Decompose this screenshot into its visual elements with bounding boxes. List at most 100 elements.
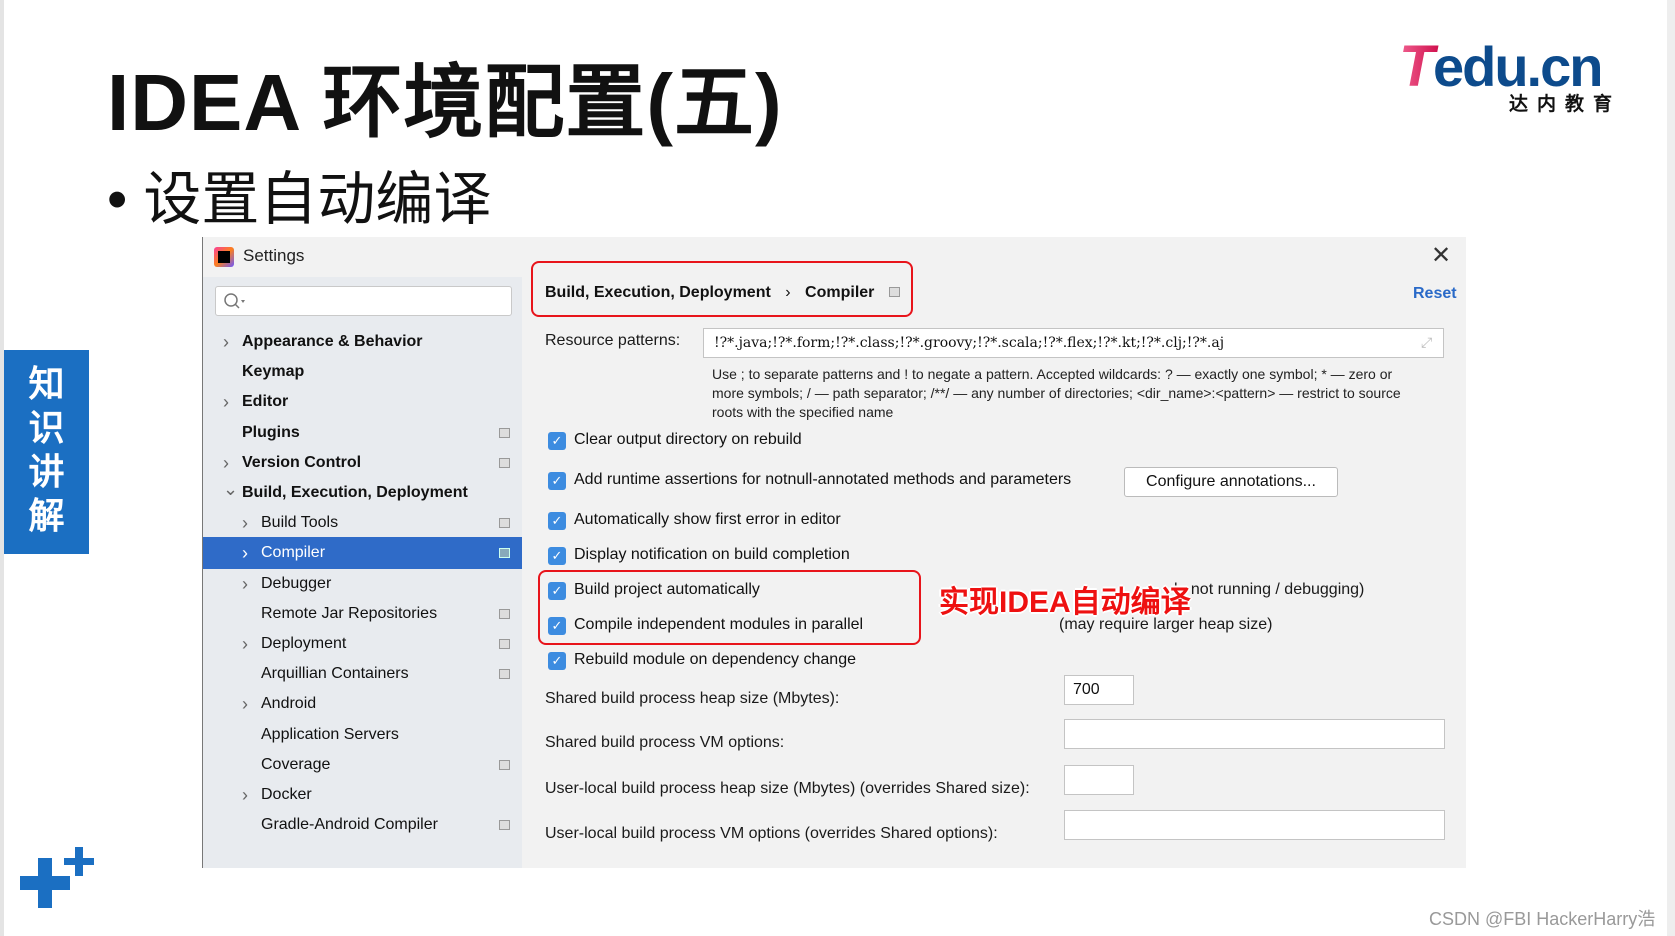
field-label: Shared build process heap size (Mbytes): bbox=[545, 690, 840, 707]
pin-icon bbox=[499, 548, 510, 559]
sidebar-item[interactable]: › Editor bbox=[203, 386, 522, 418]
sidebar-item-label: Build, Execution, Deployment bbox=[242, 484, 468, 501]
sidebar-item-label: Remote Jar Repositories bbox=[261, 604, 438, 622]
configure-annotations-button[interactable]: Configure annotations... bbox=[1124, 467, 1338, 497]
field-label: User-local build process VM options (ove… bbox=[545, 825, 998, 842]
field-label: User-local build process heap size (Mbyt… bbox=[545, 780, 1030, 797]
pin-icon[interactable] bbox=[888, 287, 900, 297]
resource-patterns-label: Resource patterns: bbox=[545, 332, 681, 349]
sidebar-item-label: Arquillian Containers bbox=[261, 665, 409, 683]
watermark: CSDN @FBI HackerHarry浩 bbox=[1429, 909, 1656, 929]
field-input[interactable]: 700 bbox=[1064, 675, 1134, 705]
settings-search-input[interactable] bbox=[215, 286, 512, 316]
slide-title: IDEA 环境配置(五) bbox=[107, 58, 783, 147]
help-line: more symbols; / — path separator; /**/ —… bbox=[712, 385, 1401, 401]
sidebar-item[interactable]: Application Servers bbox=[203, 719, 522, 751]
svg-text:达内教育: 达内教育 bbox=[1509, 92, 1621, 114]
sidebar-item-label: Editor bbox=[242, 393, 289, 411]
knowledge-badge: 知识讲解 bbox=[4, 350, 89, 554]
sidebar-item[interactable]: › Debugger bbox=[203, 568, 522, 600]
chevron-right-icon[interactable]: › bbox=[223, 386, 229, 418]
sidebar-item[interactable]: › Deployment bbox=[203, 628, 522, 660]
chevron-down-icon[interactable]: ⌄ bbox=[223, 473, 238, 505]
annotation-text: 实现IDEA自动编译 bbox=[939, 586, 1191, 619]
sidebar-item-label: Debugger bbox=[261, 574, 332, 592]
pin-icon bbox=[499, 669, 510, 680]
sidebar-item[interactable]: ⌄ Build, Execution, Deployment bbox=[203, 477, 522, 509]
chevron-right-icon[interactable]: › bbox=[242, 628, 248, 660]
auto-build-highlight bbox=[538, 570, 921, 645]
sidebar-item-label: Application Servers bbox=[261, 725, 399, 743]
chevron-right-icon[interactable]: › bbox=[242, 688, 248, 720]
slide-bullet: • 设置自动编译 bbox=[107, 167, 492, 232]
breadcrumb: Build, Execution, Deployment › Compiler bbox=[545, 284, 900, 302]
sidebar-item[interactable]: Gradle-Android Compiler bbox=[203, 809, 522, 841]
intellij-app-icon bbox=[214, 247, 234, 267]
chevron-right-icon[interactable]: › bbox=[242, 507, 248, 539]
svg-text:edu.cn: edu.cn bbox=[1433, 38, 1601, 98]
sidebar-item-label: Coverage bbox=[261, 755, 331, 773]
breadcrumb-item: Compiler bbox=[805, 284, 875, 301]
settings-dialog: Settings ✕ › Appearance & Behavior Keymap ›… bbox=[202, 237, 1466, 868]
sidebar-item[interactable]: Plugins bbox=[203, 417, 522, 449]
chevron-right-icon[interactable]: › bbox=[242, 779, 248, 811]
sidebar-item[interactable]: Coverage bbox=[203, 749, 522, 781]
tedu-logo: T edu.cn 达内教育 bbox=[1399, 38, 1621, 114]
resource-patterns-help: Use ; to separate patterns and ! to nega… bbox=[712, 365, 1412, 422]
chevron-right-icon[interactable]: › bbox=[223, 326, 229, 358]
sidebar-item-label: Version Control bbox=[242, 453, 362, 471]
field-input[interactable] bbox=[1064, 719, 1445, 749]
chevron-right-icon[interactable]: › bbox=[242, 537, 248, 569]
sidebar-item[interactable]: › Android bbox=[203, 688, 522, 720]
chevron-right-icon[interactable]: › bbox=[242, 568, 248, 600]
pin-icon bbox=[499, 457, 510, 468]
sidebar-item-label: Build Tools bbox=[261, 514, 339, 532]
plus-decoration-icon bbox=[20, 847, 94, 908]
checkbox-label[interactable]: Rebuild module on dependency change bbox=[574, 651, 856, 669]
checkbox[interactable]: ✓ bbox=[548, 512, 566, 530]
checkbox-label[interactable]: Automatically show first error in editor bbox=[574, 511, 841, 529]
pin-icon bbox=[499, 427, 510, 438]
sidebar-item[interactable]: › Compiler bbox=[203, 537, 522, 570]
expand-icon[interactable]: ⤢ bbox=[1421, 334, 1432, 351]
checkbox[interactable]: ✓ bbox=[548, 652, 566, 670]
sidebar-item[interactable]: › Build Tools bbox=[203, 507, 522, 539]
sidebar-item-label: Appearance & Behavior bbox=[242, 333, 423, 350]
help-line: Use ; to separate patterns and ! to nega… bbox=[712, 366, 1393, 382]
resource-patterns-input[interactable]: !?*.java;!?*.form;!?*.class;!?*.groovy;!… bbox=[703, 328, 1444, 358]
bullet-text: 设置自动编译 bbox=[143, 167, 492, 232]
pin-icon bbox=[499, 820, 510, 831]
field-input[interactable] bbox=[1064, 810, 1445, 840]
checkbox-label[interactable]: Display notification on build completion bbox=[574, 546, 850, 564]
field-input[interactable] bbox=[1064, 765, 1134, 795]
sidebar-item-label: Gradle-Android Compiler bbox=[261, 816, 438, 834]
sidebar-item[interactable]: Arquillian Containers bbox=[203, 658, 522, 690]
search-icon bbox=[224, 293, 245, 309]
sidebar-item[interactable]: › Version Control bbox=[203, 447, 522, 479]
chevron-right-icon: › bbox=[785, 284, 791, 301]
settings-sidebar: › Appearance & Behavior Keymap › Editor Plugi… bbox=[203, 277, 522, 868]
sidebar-item[interactable]: Remote Jar Repositories bbox=[203, 598, 522, 630]
pin-icon bbox=[499, 759, 510, 770]
sidebar-item[interactable]: Keymap bbox=[203, 356, 522, 388]
breadcrumb-item[interactable]: Build, Execution, Deployment bbox=[545, 284, 771, 301]
slide-edge bbox=[1667, 0, 1675, 936]
sidebar-item[interactable]: › Appearance & Behavior bbox=[203, 326, 522, 358]
close-icon[interactable]: ✕ bbox=[1431, 241, 1451, 270]
checkbox[interactable]: ✓ bbox=[548, 432, 566, 450]
help-line: roots with the specified name bbox=[712, 404, 894, 420]
sidebar-item[interactable]: › Docker bbox=[203, 779, 522, 811]
checkbox[interactable]: ✓ bbox=[548, 547, 566, 565]
sidebar-item-label: Compiler bbox=[261, 544, 326, 562]
sidebar-item-label: Plugins bbox=[242, 423, 300, 441]
dialog-title: Settings bbox=[243, 246, 305, 265]
sidebar-item-label: Docker bbox=[261, 786, 312, 803]
pin-icon bbox=[499, 518, 510, 529]
sidebar-item-label: Android bbox=[261, 695, 317, 713]
checkbox-label[interactable]: Clear output directory on rebuild bbox=[574, 431, 802, 449]
reset-link[interactable]: Reset bbox=[1413, 285, 1457, 303]
pin-icon bbox=[499, 639, 510, 649]
sidebar-item-label: Deployment bbox=[261, 635, 347, 652]
checkbox-label[interactable]: Add runtime assertions for notnull-annot… bbox=[574, 471, 1071, 489]
checkbox[interactable]: ✓ bbox=[548, 472, 566, 490]
